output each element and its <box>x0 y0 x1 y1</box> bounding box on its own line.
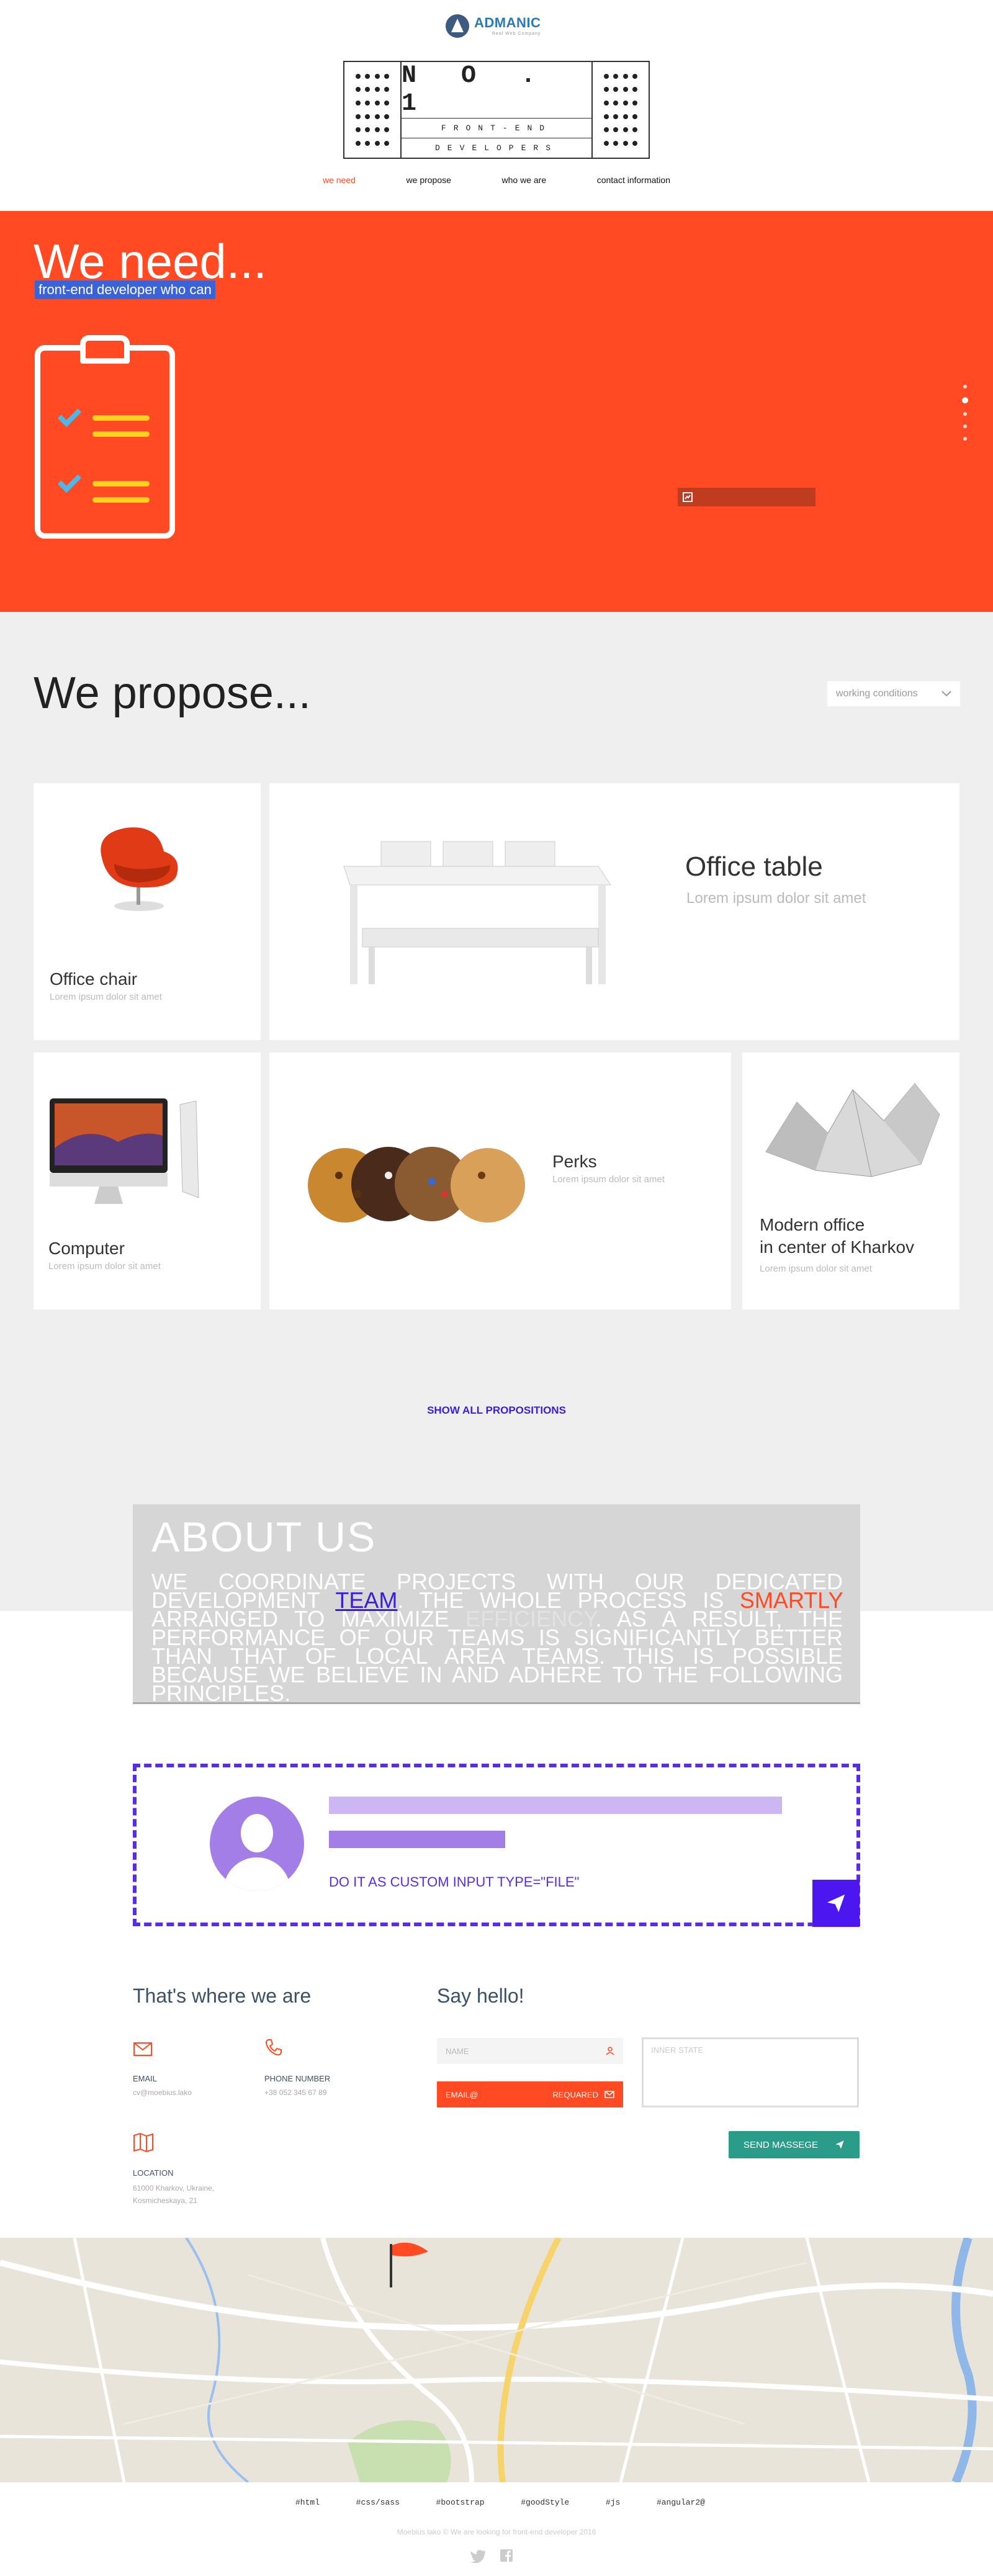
phone-value[interactable]: +38 052 345 67 89 <box>264 2086 326 2099</box>
message-textarea[interactable]: INNER STATE <box>642 2037 859 2107</box>
email-label: EMAIL <box>133 2074 158 2083</box>
slider-dot[interactable] <box>963 424 967 428</box>
card-computer[interactable]: Computer Lorem ipsum dolor sit amet <box>34 1052 261 1309</box>
phone-icon <box>265 2039 282 2056</box>
location-label: LOCATION <box>133 2168 174 2178</box>
avatar-placeholder-icon <box>210 1797 304 1891</box>
card-title: Computer <box>48 1239 125 1258</box>
chevron-down-icon <box>941 691 951 697</box>
footer-tag[interactable]: #bootstrap <box>436 2498 485 2507</box>
slider-dot[interactable] <box>963 437 967 441</box>
badge-line2: FRONT-END <box>402 119 591 138</box>
dots-pattern-right <box>593 62 649 158</box>
office-chair-image <box>101 827 178 911</box>
about-text: We coordinate projects with our dedicate… <box>151 1569 843 1706</box>
card-subtitle: Lorem ipsum dolor sit amet <box>686 890 866 907</box>
location-line1: 61000 Kharkov, Ukraine, <box>133 2184 215 2192</box>
card-subtitle: Lorem ipsum dolor sit amet <box>760 1263 872 1274</box>
card-title-line2: in center of Kharkov <box>760 1237 915 1257</box>
clipboard-clip <box>80 335 130 364</box>
social-links <box>470 2549 513 2563</box>
phone-label: PHONE NUMBER <box>264 2074 331 2083</box>
footer-tag[interactable]: #angular2@ <box>657 2498 705 2507</box>
slider-dot[interactable] <box>963 412 967 416</box>
badge-line1: N O . 1 <box>402 62 591 119</box>
badge-line3: DEVELOPERS <box>434 143 558 153</box>
nav-item-who-we-are[interactable]: who we are <box>502 175 547 185</box>
upload-send-button[interactable] <box>812 1880 860 1927</box>
about-us-block: ABOUT US We coordinate projects with our… <box>133 1504 860 1706</box>
email-input[interactable]: EMAIL@ REQUARED <box>437 2081 623 2107</box>
upload-label: do it as custom input type="file" <box>329 1874 580 1890</box>
footer-tag[interactable]: #goodStyle <box>521 2498 569 2507</box>
hero-slider-dots <box>962 385 968 441</box>
logo-text: ADMANIC <box>474 15 541 30</box>
logo-mark-icon <box>446 14 469 38</box>
footer-tag[interactable]: #css/sass <box>356 2498 400 2507</box>
mail-icon <box>133 2042 152 2056</box>
dropdown-value: working conditions <box>836 688 918 699</box>
clipboard-icon <box>35 345 175 539</box>
twitter-icon[interactable] <box>470 2549 487 2563</box>
card-title: Modern office <box>760 1215 865 1234</box>
card-subtitle: Lorem ipsum dolor sit amet <box>552 1174 665 1185</box>
computer-image <box>50 1098 199 1204</box>
no1-badge: N O . 1 FRONT-END DEVELOPERS <box>343 61 650 159</box>
card-modern-office[interactable]: Modern office in center of Kharkov Lorem… <box>742 1052 959 1309</box>
footer-tags: #html #css/sass #bootstrap #goodStyle #j… <box>295 2498 705 2507</box>
paper-plane-icon <box>827 1894 845 1913</box>
office-table-image <box>343 841 611 984</box>
main-nav: we need we propose who we are contact in… <box>323 175 670 185</box>
show-all-propositions-link[interactable]: SHOW ALL PROPOSITIONS <box>422 1404 571 1417</box>
nav-item-contact-information[interactable]: contact information <box>597 175 670 185</box>
nav-item-we-propose[interactable]: we propose <box>407 175 451 185</box>
card-office-table[interactable]: Office table Lorem ipsum dolor sit amet <box>269 783 959 1040</box>
location-line2: Kosmicheskaya, 21 <box>133 2196 198 2205</box>
paper-plane-icon <box>835 2140 844 2149</box>
send-message-button[interactable]: SEND MASSEGE <box>729 2131 860 2158</box>
efficiency-highlight: efficiency <box>465 1606 596 1631</box>
cookies-image <box>308 1147 525 1223</box>
card-title: Office chair <box>50 969 138 989</box>
slider-dot-active[interactable] <box>962 397 968 403</box>
slider-dot[interactable] <box>963 385 967 388</box>
card-subtitle: Lorem ipsum dolor sit amet <box>50 992 162 1002</box>
modern-office-image <box>765 1083 940 1177</box>
card-title: Perks <box>552 1152 597 1171</box>
hero-subtitle: front-end developer who can <box>35 280 215 299</box>
logo[interactable]: ADMANIC Real Web Company <box>446 14 551 38</box>
card-subtitle: Lorem ipsum dolor sit amet <box>48 1261 161 1272</box>
envelope-icon <box>604 2091 614 2098</box>
card-office-chair[interactable]: Office chair Lorem ipsum dolor sit amet <box>34 783 261 1040</box>
propose-title: We propose... <box>34 668 311 718</box>
logo-subtitle: Real Web Company <box>492 32 541 36</box>
upload-placeholder-bar-short <box>329 1831 505 1848</box>
copyright-text: Moebius lako © We are looking for front-… <box>397 2528 596 2536</box>
card-perks[interactable]: Perks Lorem ipsum dolor sit amet <box>269 1052 731 1309</box>
footer-tag[interactable]: #js <box>606 2498 620 2507</box>
upload-placeholder-bar <box>329 1797 782 1814</box>
broken-image-icon <box>683 492 693 502</box>
email-value[interactable]: cv@moebius.lako <box>133 2086 192 2099</box>
where-title: That's where we are <box>133 1985 312 2007</box>
user-icon <box>606 2047 614 2055</box>
about-title: ABOUT US <box>151 1514 377 1561</box>
footer-tag[interactable]: #html <box>295 2498 320 2507</box>
working-conditions-dropdown[interactable]: working conditions <box>827 681 960 706</box>
hello-title: Say hello! <box>437 1985 524 2007</box>
map-image <box>0 2238 993 2482</box>
map-icon <box>133 2132 153 2152</box>
hero-broken-image <box>678 488 816 506</box>
dots-pattern-left <box>344 62 400 158</box>
nav-item-we-need[interactable]: we need <box>323 175 356 185</box>
card-title: Office table <box>685 851 823 882</box>
location-map[interactable] <box>0 2238 993 2482</box>
facebook-icon[interactable] <box>500 2549 513 2562</box>
name-input[interactable]: NAME <box>437 2038 623 2064</box>
